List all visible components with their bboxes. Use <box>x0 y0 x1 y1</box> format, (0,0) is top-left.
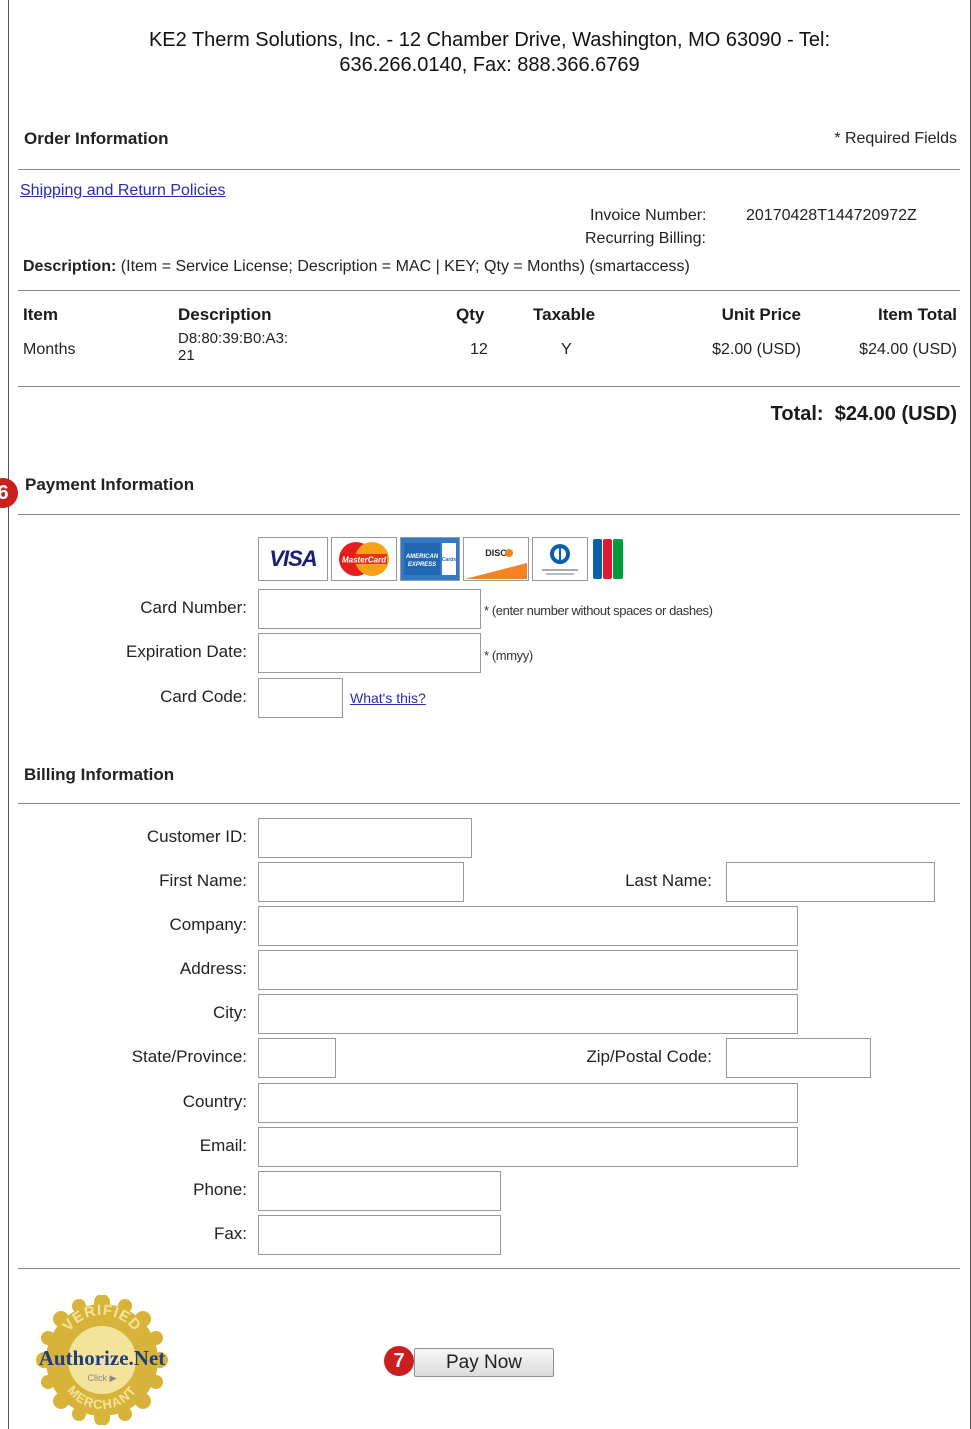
company-label: Company: <box>169 915 247 934</box>
svg-text:DISC: DISC <box>485 548 507 558</box>
card-number-hint: * (enter number without spaces or dashes… <box>484 603 713 618</box>
expiration-date-input[interactable] <box>258 633 481 673</box>
last-name-label: Last Name: <box>625 871 712 890</box>
row-qty: 12 <box>470 341 488 358</box>
description-label: Description: <box>23 258 117 275</box>
pay-now-button[interactable]: Pay Now <box>414 1348 554 1377</box>
state-province-input[interactable] <box>258 1038 336 1078</box>
total-label: Total: <box>770 403 824 425</box>
company-input[interactable] <box>258 906 798 946</box>
svg-text:Cards: Cards <box>442 557 456 563</box>
row-taxable: Y <box>561 341 572 358</box>
accepted-cards: VISA MasterCard AMERICAN EXPRESS Cards D… <box>258 537 625 581</box>
city-label: City: <box>213 1003 247 1022</box>
divider <box>18 514 960 515</box>
merchant-header-line1: KE2 Therm Solutions, Inc. - 12 Chamber D… <box>148 29 831 51</box>
email-input[interactable] <box>258 1127 798 1167</box>
amex-logo-icon: AMERICAN EXPRESS Cards <box>400 537 460 581</box>
first-name-input[interactable] <box>258 862 464 902</box>
zip-postal-code-label: Zip/Postal Code: <box>586 1047 712 1066</box>
verified-merchant-seal-icon: VERIFIED MERCHANT Authorize.Net Click ▶ <box>36 1294 168 1426</box>
col-header-description: Description <box>178 305 272 324</box>
row-unit-price: $2.00 (USD) <box>712 341 801 358</box>
whats-this-link[interactable]: What's this? <box>350 690 426 706</box>
svg-text:EXPRESS: EXPRESS <box>408 562 436 568</box>
divider <box>18 1268 960 1269</box>
order-total: Total: $24.00 (USD) <box>771 403 957 426</box>
step-7-badge: 7 <box>384 1346 414 1376</box>
diners-club-logo-icon <box>532 537 588 581</box>
first-name-label: First Name: <box>159 871 247 890</box>
svg-text:MasterCard: MasterCard <box>342 556 387 565</box>
col-header-taxable: Taxable <box>533 305 596 324</box>
state-province-label: State/Province: <box>131 1047 247 1066</box>
expiration-date-label: Expiration Date: <box>126 642 247 661</box>
row-item: Months <box>23 341 76 358</box>
total-value: $24.00 (USD) <box>834 403 957 425</box>
invoice-number-label: Invoice Number: <box>590 207 707 224</box>
jcb-logo-icon <box>591 537 625 581</box>
svg-text:Click ▶: Click ▶ <box>88 1373 117 1383</box>
city-input[interactable] <box>258 994 798 1034</box>
col-header-item: Item <box>23 305 58 324</box>
required-fields-note: * Required Fields <box>834 130 957 147</box>
fax-input[interactable] <box>258 1215 501 1255</box>
description-value: (Item = Service License; Description = M… <box>120 258 690 275</box>
divider <box>18 169 960 170</box>
email-label: Email: <box>199 1136 247 1155</box>
authorize-net-verified-seal[interactable]: VERIFIED MERCHANT Authorize.Net Click ▶ <box>30 1294 175 1426</box>
card-number-input[interactable] <box>258 589 481 629</box>
zip-postal-code-input[interactable] <box>726 1038 871 1078</box>
svg-text:Authorize.Net: Authorize.Net <box>39 1346 166 1370</box>
row-description-line1: D8:80:39:B0:A3: <box>178 330 289 347</box>
order-description: Description: (Item = Service License; De… <box>23 258 690 276</box>
svg-text:AMERICAN: AMERICAN <box>405 554 439 560</box>
customer-id-input[interactable] <box>258 818 472 858</box>
fax-label: Fax: <box>213 1224 247 1243</box>
address-input[interactable] <box>258 950 798 990</box>
invoice-number-value: 20170428T144720972Z <box>746 207 917 224</box>
card-number-label: Card Number: <box>140 598 247 617</box>
card-code-input[interactable] <box>258 678 343 718</box>
country-input[interactable] <box>258 1083 798 1123</box>
phone-label: Phone: <box>193 1180 247 1199</box>
payment-information-title: Payment Information <box>25 475 195 494</box>
col-header-unit-price: Unit Price <box>721 305 801 324</box>
row-description: D8:80:39:B0:A3: 21 <box>178 330 288 364</box>
card-code-label: Card Code: <box>160 687 247 706</box>
visa-logo-icon: VISA <box>258 537 328 581</box>
divider <box>18 386 960 387</box>
recurring-billing-label: Recurring Billing: <box>585 230 706 247</box>
discover-logo-icon: DISC <box>463 537 529 581</box>
last-name-input[interactable] <box>726 862 935 902</box>
address-label: Address: <box>179 959 247 978</box>
row-item-total: $24.00 (USD) <box>859 341 957 358</box>
col-header-item-total: Item Total <box>877 305 957 324</box>
customer-id-label: Customer ID: <box>146 827 247 846</box>
row-description-line2: 21 <box>178 347 195 364</box>
billing-information-title: Billing Information <box>24 765 175 784</box>
country-label: Country: <box>182 1092 247 1111</box>
merchant-header-line2: 636.266.0140, Fax: 888.366.6769 <box>339 54 640 76</box>
divider <box>18 290 960 291</box>
mastercard-logo-icon: MasterCard <box>331 537 397 581</box>
order-information-title: Order Information <box>24 129 169 148</box>
merchant-header: KE2 Therm Solutions, Inc. - 12 Chamber D… <box>8 28 971 78</box>
col-header-qty: Qty <box>456 305 485 324</box>
divider <box>18 803 960 804</box>
expiration-date-hint: * (mmyy) <box>484 648 533 663</box>
shipping-return-policies-link[interactable]: Shipping and Return Policies <box>20 182 225 200</box>
phone-input[interactable] <box>258 1171 501 1211</box>
